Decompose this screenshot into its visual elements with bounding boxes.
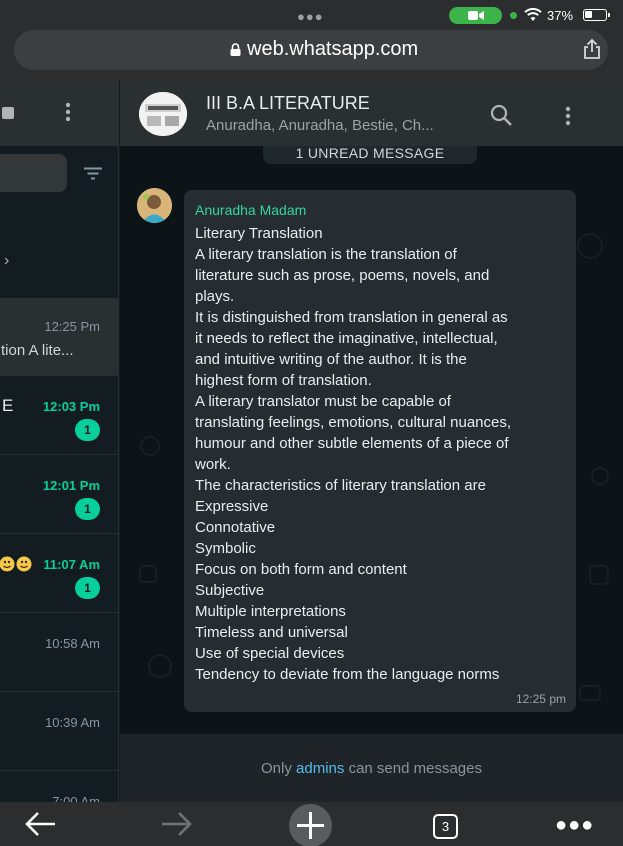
chat-time: 12:03 Pm (42, 399, 100, 414)
chat-time: 11:07 Am (43, 557, 100, 572)
chat-time: 10:39 Am (45, 715, 100, 730)
url-text[interactable]: web.whatsapp.com (247, 38, 418, 61)
chevron-right-icon[interactable]: › (4, 252, 9, 270)
sidebar-header (0, 80, 118, 146)
message-line: Connotative (195, 519, 276, 536)
message-line: Focus on both form and content (195, 561, 407, 578)
admins-only-notice: Only admins can send messages (120, 734, 623, 802)
message-line: it needs to reflect the imaginative, int… (195, 330, 498, 347)
share-icon[interactable] (582, 38, 602, 60)
battery-icon (583, 9, 610, 21)
message-line: A literary translator must be capable of (195, 393, 451, 410)
message-line: and intuitive writing of the author. It … (195, 351, 467, 368)
lock-icon (230, 43, 241, 56)
group-avatar-image (139, 92, 187, 136)
chat-list-item[interactable]: 10:58 Am (0, 614, 118, 692)
wifi-icon (524, 8, 542, 21)
unread-badge: 1 (75, 577, 100, 599)
group-avatar[interactable] (139, 92, 187, 136)
chat-list-item[interactable]: 11:07 Am 1 (0, 535, 118, 613)
chat-time: 10:58 Am (45, 636, 100, 651)
chat-list-sidebar: › 12:25 Pm tion A lite... E 12:03 Pm 1 1… (0, 80, 119, 802)
status-bar: ●●● 37% (0, 0, 623, 30)
browser-url-area: web.whatsapp.com (0, 30, 623, 80)
chat-list-item[interactable]: 12:25 Pm tion A lite... (0, 298, 118, 376)
browser-toolbar: 3 ●●● (0, 802, 623, 846)
chat-time: 12:25 Pm (44, 319, 100, 334)
message-line: Use of special devices (195, 645, 345, 662)
message-line: humour and other subtle elements of a pi… (195, 435, 509, 452)
emoji-icon (0, 556, 32, 572)
message-line: Timeless and universal (195, 624, 348, 641)
battery-fill (585, 11, 593, 18)
unread-badge: 1 (75, 419, 100, 441)
group-name: III B.A LITERATURE (206, 93, 370, 113)
chat-preview: tion A lite... (1, 342, 74, 359)
unread-banner: 1 UNREAD MESSAGE (263, 146, 477, 164)
sender-avatar-image (137, 188, 172, 223)
menu-icon[interactable] (65, 102, 71, 122)
chat-time: 12:01 Pm (42, 478, 100, 493)
message-line: work. (195, 456, 231, 473)
search-icon[interactable] (490, 104, 512, 126)
battery-percent: 37% (547, 8, 574, 23)
chat-list-item[interactable]: 7:00 Am (0, 772, 118, 802)
chat-search-input[interactable] (0, 154, 67, 192)
plus-icon (297, 812, 324, 839)
message-line: translating feelings, emotions, cultural… (195, 414, 512, 431)
message-line: It is distinguished from translation in … (195, 309, 508, 326)
notice-suffix: can send messages (348, 760, 482, 777)
message-line: Multiple interpretations (195, 603, 346, 620)
menu-icon[interactable] (565, 106, 571, 126)
tabs-icon[interactable]: 3 (433, 814, 458, 839)
chat-list-item[interactable]: E 12:03 Pm 1 (0, 377, 118, 455)
chat-time: 7:00 Am (52, 794, 100, 802)
message-bubble[interactable]: Anuradha Madam Literary Translation A lit… (184, 190, 576, 712)
message-line: literature such as prose, poems, novels,… (195, 267, 490, 284)
group-members: Anuradha, Anuradha, Bestie, Ch... (206, 117, 434, 134)
message-line: A literary translation is the translatio… (195, 246, 457, 263)
camera-icon (468, 11, 484, 20)
message-line: plays. (195, 288, 235, 305)
forward-arrow-icon[interactable] (160, 811, 192, 837)
more-icon[interactable]: ●●● (555, 814, 594, 837)
mic-indicator-dot (510, 12, 517, 19)
conversation-header[interactable]: III B.A LITERATURE Anuradha, Anuradha, B… (120, 80, 623, 146)
sender-avatar[interactable] (137, 188, 172, 223)
chat-preview: E (2, 396, 14, 415)
browser-handle-dots[interactable]: ●●● (297, 9, 324, 24)
chat-list-item[interactable]: 10:39 Am (0, 693, 118, 771)
message-line: The characteristics of literary translat… (195, 477, 486, 494)
message-line: highest form of translation. (195, 372, 372, 389)
message-line: Expressive (195, 498, 269, 515)
message-sender[interactable]: Anuradha Madam (195, 202, 306, 218)
message-line: Subjective (195, 582, 265, 599)
camera-indicator (449, 7, 502, 24)
new-chat-icon[interactable] (2, 107, 14, 119)
notice-prefix: Only (261, 760, 292, 777)
admins-link[interactable]: admins (296, 760, 344, 777)
message-line: Literary Translation (195, 225, 323, 242)
chat-list-item[interactable]: 12:01 Pm 1 (0, 456, 118, 534)
message-line: Tendency to deviate from the language no… (195, 666, 500, 683)
filter-icon[interactable] (84, 167, 102, 180)
message-text: Literary Translation A literary translati… (195, 223, 567, 685)
back-arrow-icon[interactable] (25, 811, 57, 837)
message-line: Symbolic (195, 540, 256, 557)
new-tab-button[interactable] (289, 804, 332, 846)
message-time: 12:25 pm (515, 692, 566, 706)
message-area[interactable]: 1 UNREAD MESSAGE Anuradha Madam Literary… (120, 146, 623, 734)
address-bar[interactable]: web.whatsapp.com (14, 30, 608, 70)
unread-badge: 1 (75, 498, 100, 520)
